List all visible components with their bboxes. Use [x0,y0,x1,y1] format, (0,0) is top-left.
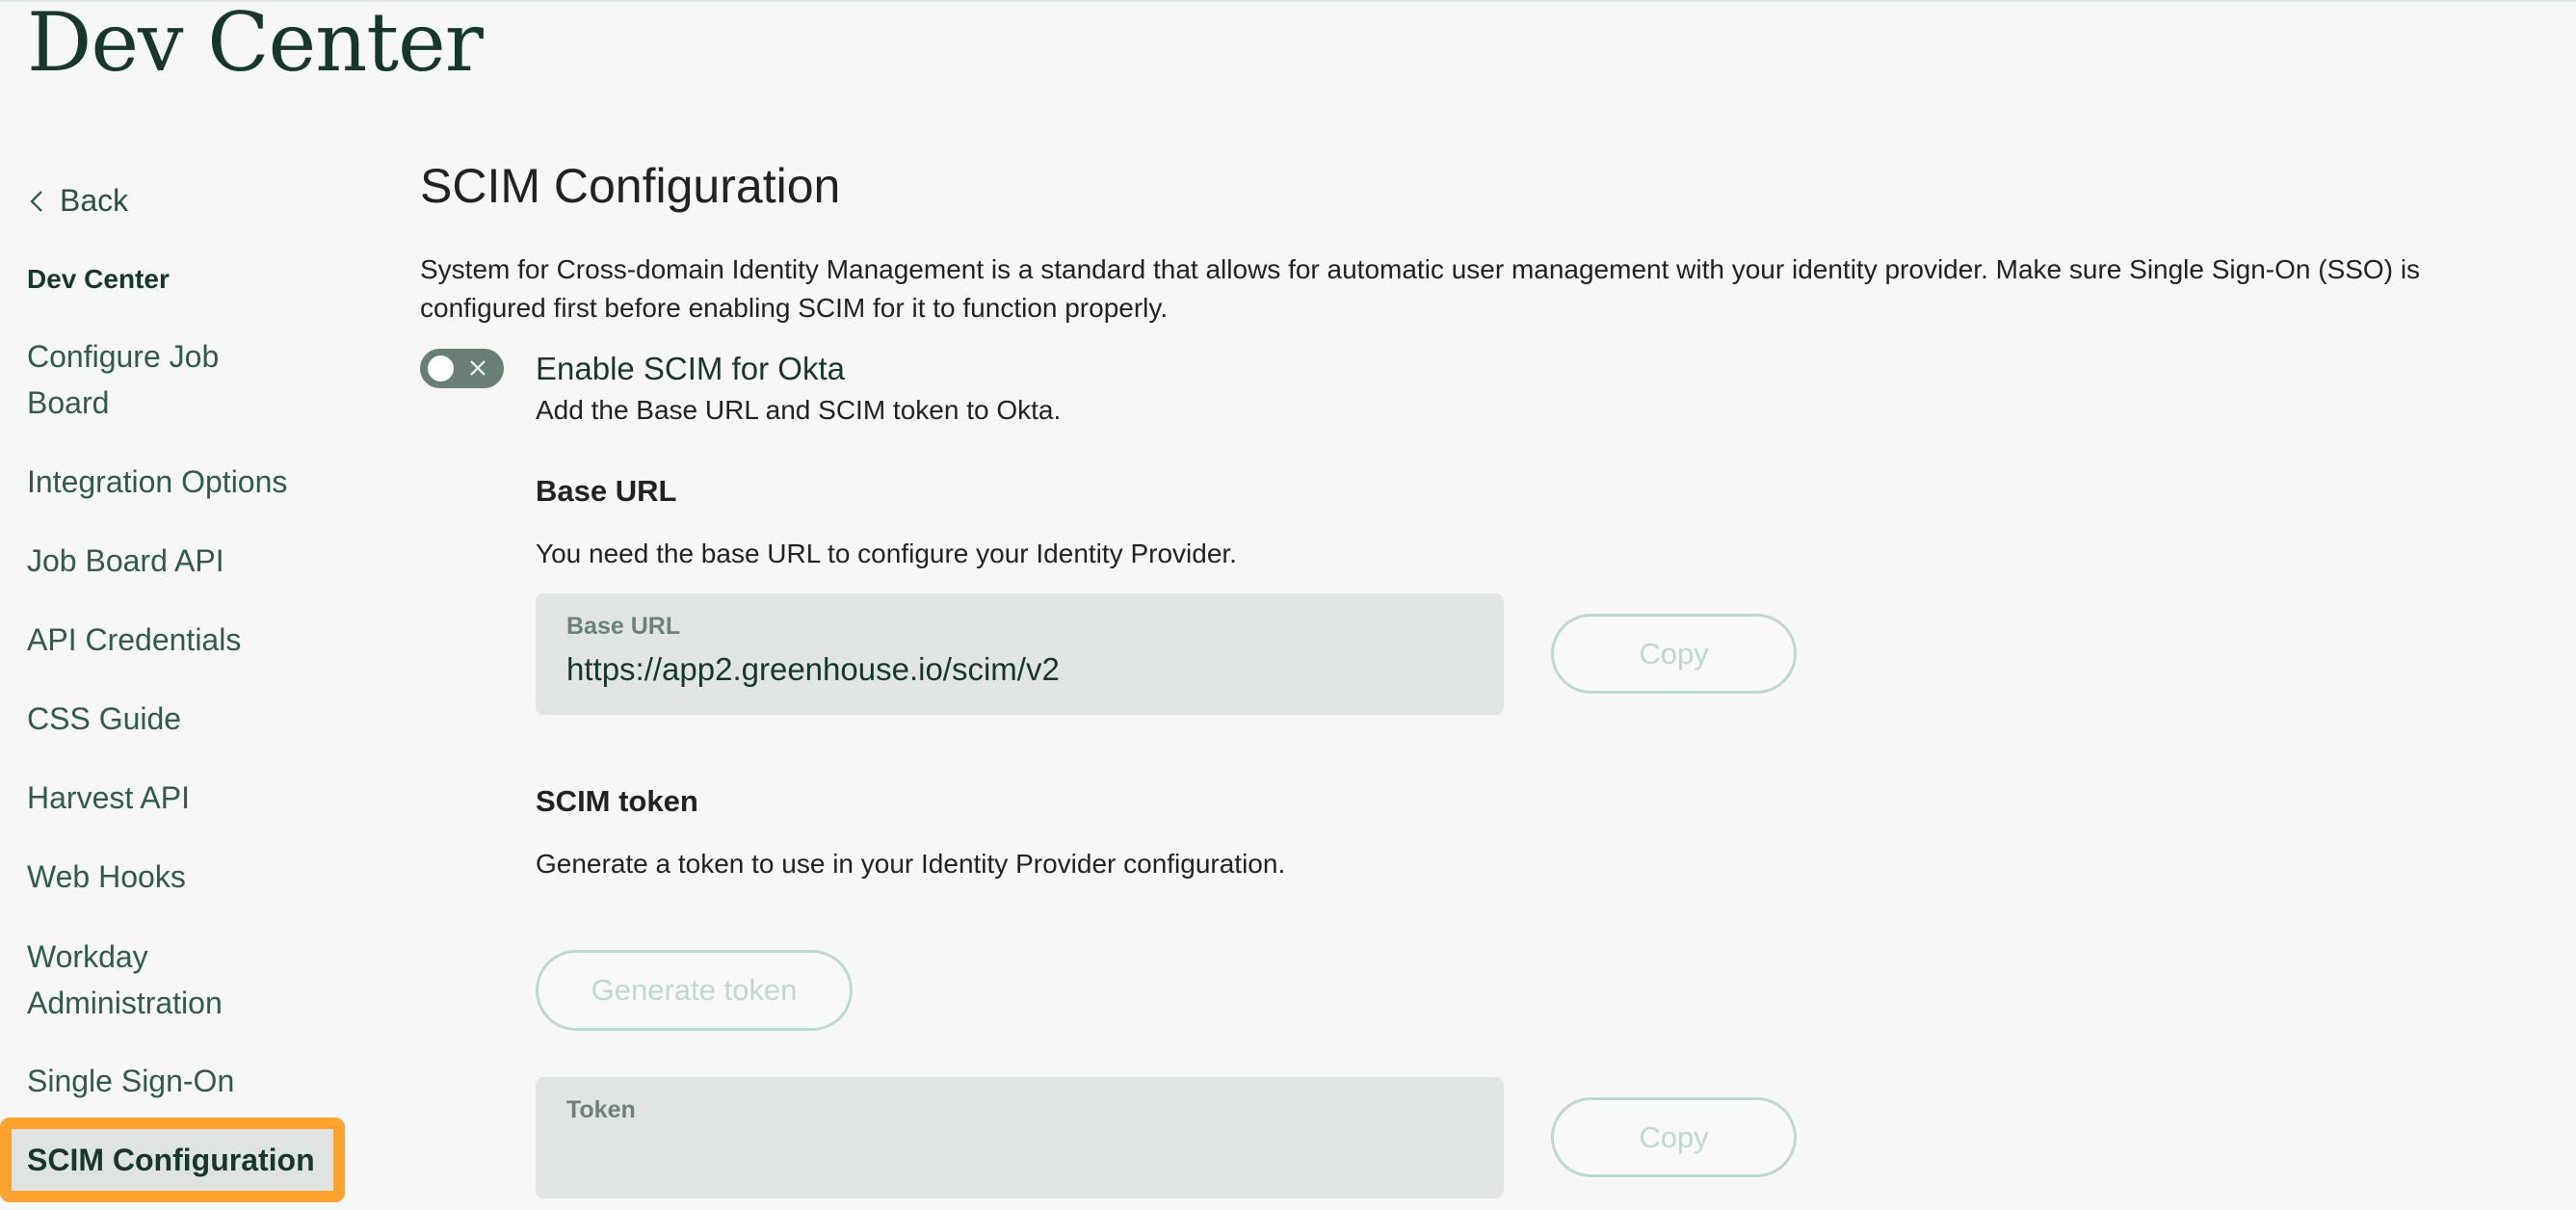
copy-token-button[interactable]: Copy [1551,1097,1797,1177]
sidebar-item-label-line: Workday [27,939,148,974]
sidebar-item-single-sign-on[interactable]: Single Sign-On [27,1058,316,1104]
sidebar-item-scim-configuration[interactable]: SCIM Configuration [0,1118,345,1202]
sidebar-nav: Back Dev Center Configure Job Board Inte… [0,0,366,1210]
close-icon [470,360,486,376]
enable-scim-toggle[interactable] [420,349,504,388]
sidebar-item-web-hooks[interactable]: Web Hooks [27,854,316,900]
sidebar-item-label-line: Administration [27,986,223,1020]
sidebar-item-job-board-api[interactable]: Job Board API [27,538,316,584]
back-link[interactable]: Back [27,183,128,219]
copy-base-url-button[interactable]: Copy [1551,614,1797,694]
sidebar-section-title: Dev Center [27,264,170,294]
page-title: SCIM Configuration [420,159,841,213]
base-url-field-label: Base URL [566,613,681,640]
sidebar-item-api-credentials[interactable]: API Credentials [27,617,316,663]
token-input[interactable] [566,1135,1472,1171]
sidebar-item-label-line: Board [27,385,110,420]
generate-token-button[interactable]: Generate token [536,950,853,1031]
base-url-field: Base URL [536,593,1504,715]
scim-token-heading: SCIM token [536,784,698,818]
toggle-description: Add the Base URL and SCIM token to Okta. [536,395,1062,425]
base-url-description: You need the base URL to configure your … [536,539,1237,568]
base-url-input[interactable] [566,651,1472,688]
base-url-heading: Base URL [536,474,677,508]
sidebar-item-css-guide[interactable]: CSS Guide [27,696,316,742]
toggle-knob [428,355,454,381]
toggle-label: Enable SCIM for Okta [536,351,845,386]
sidebar-item-harvest-api[interactable]: Harvest API [27,775,316,821]
chevron-left-icon [30,190,42,212]
sidebar-item-integration-options[interactable]: Integration Options [27,459,316,505]
token-field: Token [536,1077,1504,1198]
intro-text: System for Cross-domain Identity Managem… [420,254,2421,323]
sidebar-item-label: SCIM Configuration [27,1142,315,1177]
sidebar-item-configure-job-board[interactable]: Configure Job Board [27,333,316,426]
back-label: Back [60,183,129,218]
scim-token-description: Generate a token to use in your Identity… [536,849,1286,879]
token-field-label: Token [566,1096,636,1123]
sidebar-item-workday-administration[interactable]: Workday Administration [27,934,316,1026]
sidebar-item-label-line: Configure Job [27,339,220,374]
